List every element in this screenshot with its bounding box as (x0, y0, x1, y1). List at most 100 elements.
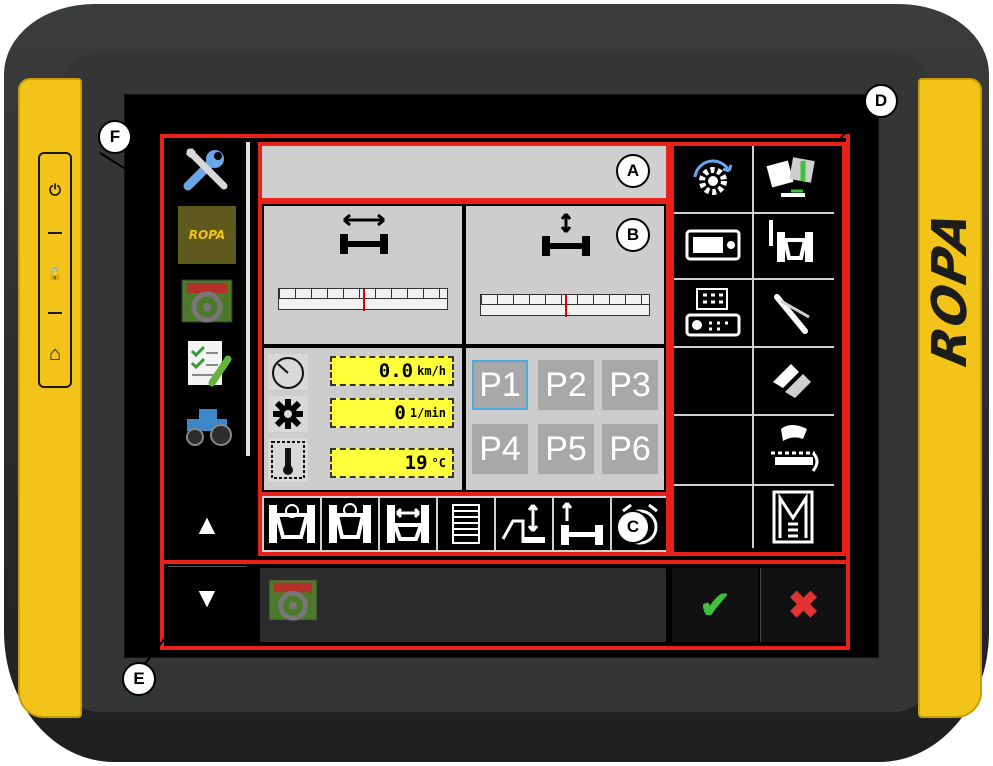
raise-lower-button[interactable] (496, 498, 552, 550)
temperature-value: 19 (404, 452, 428, 474)
callout-c: C (616, 510, 650, 544)
preset-p6[interactable]: P6 (602, 424, 658, 474)
hardware-button-strip: ⏻ 🔓 ⌂ (38, 152, 72, 388)
coolant-temperature-icon (268, 438, 308, 482)
rear-axle-detail-icon (769, 220, 813, 262)
speedometer-icon (268, 354, 308, 390)
rear-axle-button[interactable] (322, 498, 378, 550)
hand-sensor-icon (771, 425, 819, 472)
axle-width-icon (387, 505, 429, 543)
front-axle-button[interactable] (264, 498, 320, 550)
memory-m-button[interactable] (756, 488, 830, 546)
track-width-quadrant[interactable] (262, 204, 464, 346)
home-icon: ⌂ (48, 342, 62, 365)
terminal-button[interactable] (676, 216, 750, 274)
divider (674, 346, 834, 348)
terminal-icon (685, 229, 741, 261)
message-area (260, 568, 666, 642)
empty-slot-3[interactable] (676, 490, 750, 548)
callout-a: A (616, 154, 650, 188)
steering-wheel-icon (268, 579, 318, 621)
divider (674, 212, 834, 214)
knife-icon (774, 294, 810, 334)
height-axle-icon (561, 502, 603, 545)
arrow-down-icon: ▼ (193, 581, 221, 613)
field-transfer-icon (766, 157, 815, 197)
keypad-display-button[interactable] (676, 284, 750, 342)
ropa-logo-icon: ROPA (188, 228, 226, 242)
raise-lower-icon (501, 504, 545, 543)
checkmark-icon: ✔ (699, 584, 731, 627)
conveyor-chevron-icon (773, 364, 811, 398)
gauge-needle (363, 289, 365, 311)
home-button[interactable]: ⌂ (40, 324, 70, 384)
status-bar (262, 146, 666, 198)
rear-axle-detail-button[interactable] (756, 216, 830, 274)
divider (48, 232, 62, 234)
arrow-up-icon: ▲ (193, 509, 221, 540)
axle-width-button[interactable] (380, 498, 436, 550)
nav-tools[interactable] (178, 140, 236, 198)
gauge-needle (565, 295, 567, 317)
scroll-down-button[interactable]: ▼ (168, 566, 246, 628)
nav-scrollbar[interactable] (246, 142, 250, 456)
nav-steering[interactable] (178, 272, 236, 330)
empty-slot-2[interactable] (676, 418, 750, 476)
grid-button[interactable] (438, 498, 494, 550)
power-button[interactable]: ⏻ (40, 160, 70, 220)
hand-sensor-button[interactable] (756, 418, 830, 476)
temperature-readout: 19 °C (330, 448, 454, 478)
rear-axle-icon (329, 503, 371, 543)
height-adjust-icon (542, 213, 590, 256)
steering-wheel-icon (181, 279, 233, 323)
nav-ropa[interactable]: ROPA (178, 206, 236, 264)
callout-d: D (864, 84, 898, 118)
unlock-button[interactable]: 🔓 (40, 244, 70, 304)
divider (674, 414, 834, 416)
memory-m-icon (772, 490, 814, 544)
preset-p4[interactable]: P4 (472, 424, 528, 474)
speed-unit: km/h (417, 364, 446, 378)
empty-slot-1[interactable] (676, 350, 750, 408)
power-icon: ⏻ (49, 181, 61, 199)
height-gauge (480, 294, 650, 317)
settings-rotate-icon (693, 159, 733, 195)
rpm-readout: 0 1/min (330, 398, 454, 428)
checklist-icon (188, 341, 232, 387)
scroll-up-button[interactable]: ▲ (168, 494, 246, 556)
engine-icon (268, 396, 308, 432)
conveyor-chevron-button[interactable] (756, 350, 830, 408)
front-axle-icon (269, 504, 315, 543)
tools-icon (183, 148, 228, 191)
height-axle-button[interactable] (554, 498, 610, 550)
confirm-button[interactable]: ✔ (672, 568, 758, 642)
callout-f: F (98, 120, 132, 154)
tractor-icon (186, 409, 232, 446)
nav-checklist[interactable] (178, 334, 236, 392)
settings-rotate-button[interactable] (676, 150, 750, 208)
callout-e: E (122, 662, 156, 696)
track-width-gauge (278, 288, 448, 311)
nav-tractor[interactable] (178, 396, 236, 454)
temperature-unit: °C (431, 456, 446, 470)
preset-p1[interactable]: P1 (472, 360, 528, 410)
grid-icon (452, 504, 480, 544)
knife-button[interactable] (756, 284, 830, 342)
rpm-value: 0 (394, 402, 406, 424)
divider (48, 312, 62, 314)
track-width-icon (340, 213, 388, 254)
cancel-button[interactable]: ✖ (760, 568, 846, 642)
divider (674, 484, 834, 486)
rpm-unit: 1/min (409, 406, 446, 420)
keypad-display-icon (685, 288, 741, 337)
close-icon: ✖ (787, 584, 820, 627)
callout-b: B (616, 218, 650, 252)
speed-readout: 0.0 km/h (330, 356, 454, 386)
preset-p2[interactable]: P2 (538, 360, 594, 410)
speed-value: 0.0 (378, 360, 414, 382)
field-transfer-button[interactable] (756, 150, 830, 208)
preset-p5[interactable]: P5 (538, 424, 594, 474)
unlock-icon: 🔓 (47, 267, 63, 281)
preset-p3[interactable]: P3 (602, 360, 658, 410)
divider (674, 278, 834, 280)
